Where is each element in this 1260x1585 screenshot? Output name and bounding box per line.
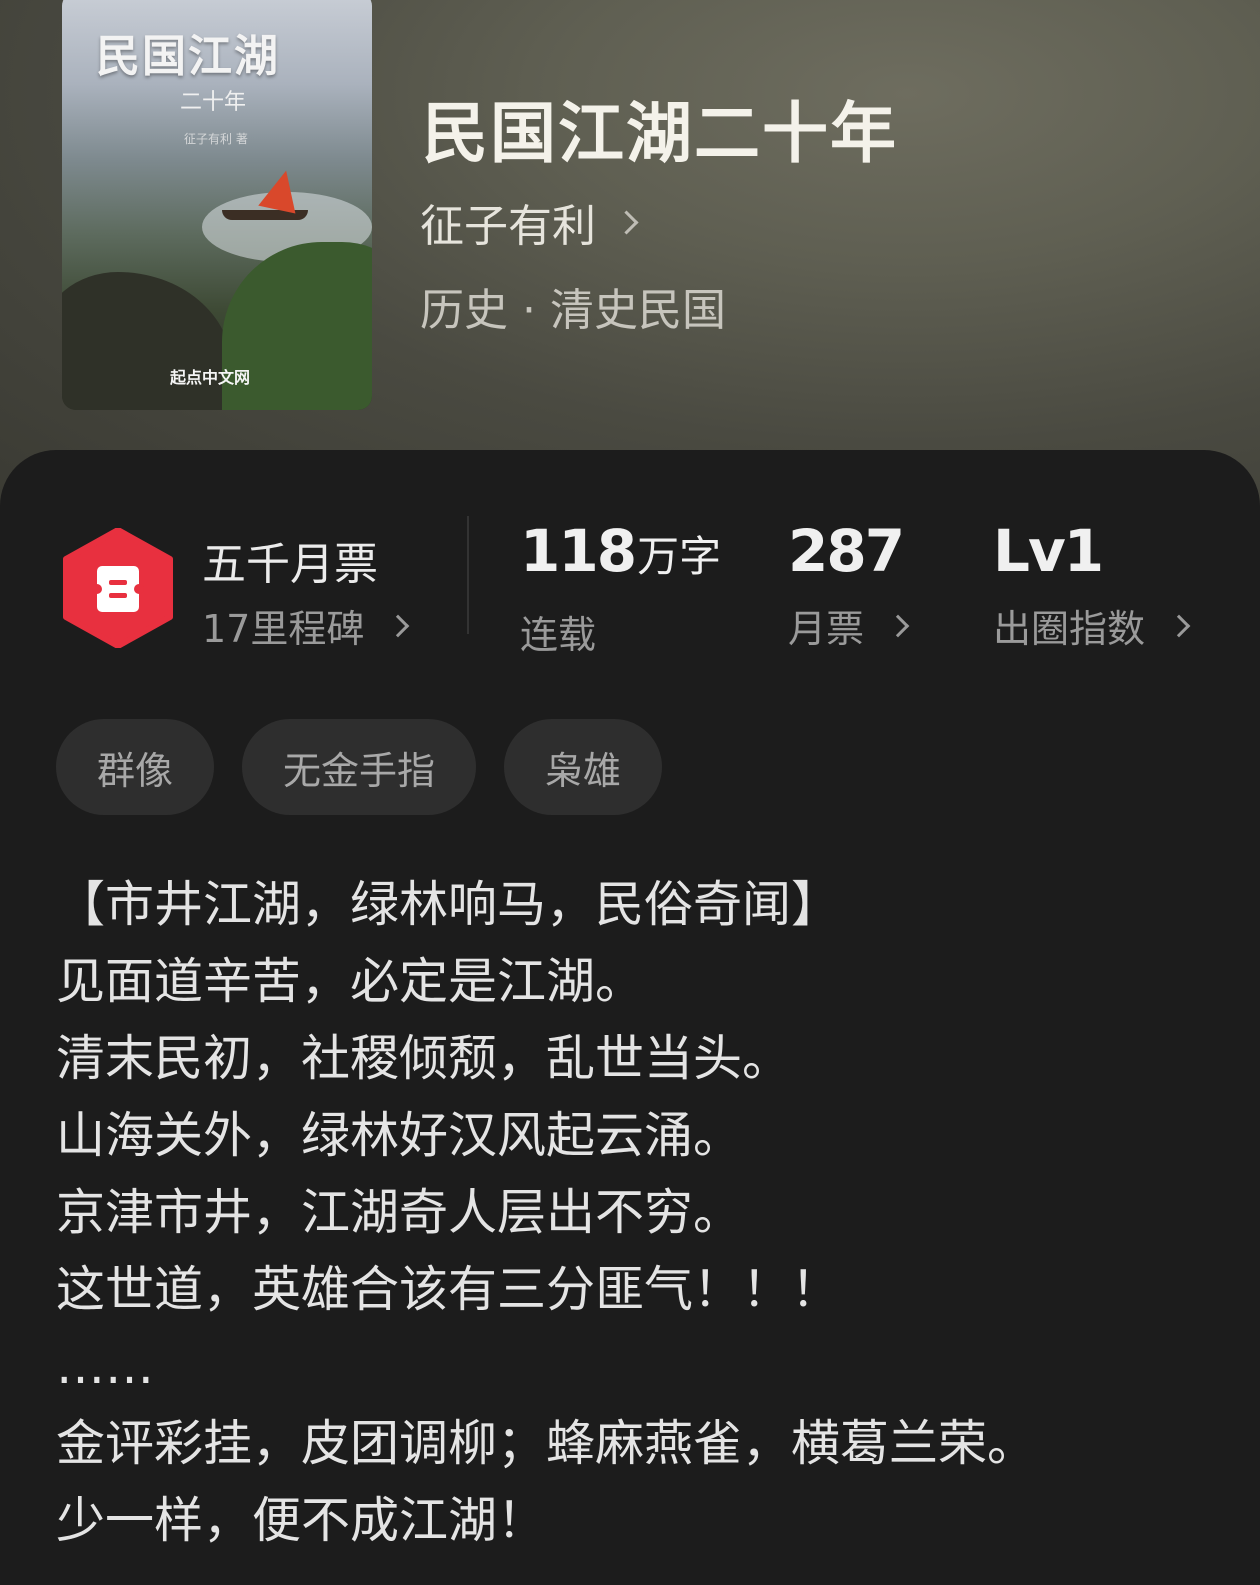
ticket-badge-icon[interactable] xyxy=(62,528,174,648)
synopsis-line: 清末民初，社稷倾颓，乱世当头。 xyxy=(56,1030,792,1087)
author-name: 征子有利 xyxy=(420,201,596,252)
cover-sail-art xyxy=(258,166,304,214)
milestone-label: 17里程碑 xyxy=(202,607,365,651)
milestone-link[interactable]: 17里程碑 xyxy=(202,598,410,653)
stat-value: 118万字 xyxy=(520,517,722,585)
synopsis[interactable]: 【市井江湖，绿林响马，民俗奇闻】 见面道辛苦，必定是江湖。 清末民初，社稷倾颓，… xyxy=(56,872,1206,1565)
genre-label: 历史 · 清史民国 xyxy=(420,285,726,336)
cover-title-text: 民国江湖 xyxy=(96,31,280,82)
book-cover[interactable]: 民国江湖 二十年 征子有利 著 起点中文网 xyxy=(62,0,372,410)
synopsis-line: 【市井江湖，绿林响马，民俗奇闻】 xyxy=(56,876,841,933)
author-link[interactable]: 征子有利 xyxy=(420,190,639,254)
ticket-title: 五千月票 xyxy=(202,539,378,590)
synopsis-line: 这世道，英雄合该有三分匪气！！！ xyxy=(56,1261,841,1318)
chevron-right-icon xyxy=(387,614,410,637)
synopsis-line: 山海关外，绿林好汉风起云涌。 xyxy=(56,1107,743,1164)
cover-subtitle-text: 二十年 xyxy=(180,90,247,115)
divider xyxy=(467,516,469,634)
cover-publisher-text: 起点中文网 xyxy=(170,368,251,387)
synopsis-line: 金评彩挂，皮团调柳；蜂麻燕雀，横葛兰荣。 xyxy=(56,1415,1037,1472)
synopsis-line: 京津市井，江湖奇人层出不穷。 xyxy=(56,1184,743,1241)
chevron-right-icon xyxy=(886,614,910,637)
book-title: 民国江湖二十年 xyxy=(422,94,898,172)
stat-label: 月票 xyxy=(788,607,865,651)
synopsis-line: 见面道辛苦，必定是江湖。 xyxy=(56,953,645,1010)
word-count-stat: 118万字 连载 xyxy=(520,518,721,659)
stat-value: 287 xyxy=(788,517,905,585)
tag-chip[interactable]: 群像 xyxy=(56,719,215,815)
stat-value: Lv1 xyxy=(993,517,1104,585)
chevron-right-icon xyxy=(1167,614,1191,637)
chevron-right-icon xyxy=(614,209,639,235)
monthly-ticket-stat[interactable]: 287 月票 xyxy=(788,517,910,653)
stat-label: 出圈指数 xyxy=(993,607,1146,651)
tag-chip[interactable]: 无金手指 xyxy=(242,719,477,815)
cover-rock-art xyxy=(62,272,232,410)
stat-label: 连载 xyxy=(520,613,597,657)
synopsis-line: 少一样，便不成江湖！ xyxy=(56,1492,547,1549)
tag-chip[interactable]: 枭雄 xyxy=(504,719,663,815)
influence-index-stat[interactable]: Lv1 出圈指数 xyxy=(993,517,1191,653)
synopsis-line: …… xyxy=(56,1338,154,1395)
cover-author-text: 征子有利 著 xyxy=(184,132,248,146)
tag-list: 群像 无金手指 枭雄 xyxy=(56,719,690,815)
